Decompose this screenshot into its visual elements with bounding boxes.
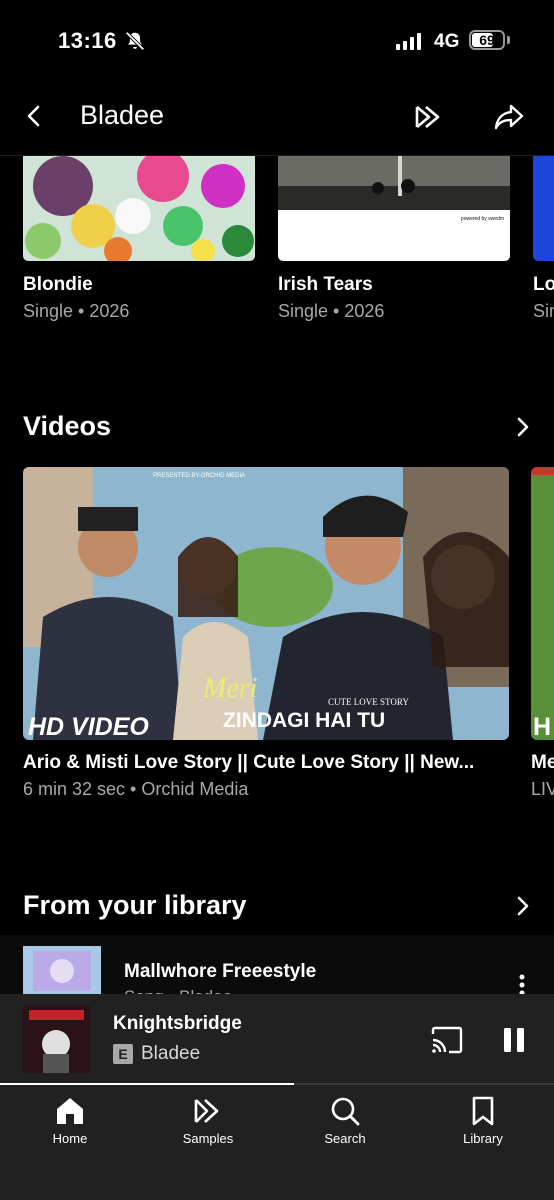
library-icon [472, 1096, 494, 1126]
page-title: Bladee [80, 100, 165, 130]
explicit-badge: E [113, 1044, 133, 1064]
thumb-badge: H [533, 713, 551, 740]
video-thumbnail[interactable]: PRESENTED BY-ORCHID MEDIA HD VIDEO Meri … [23, 467, 509, 740]
single-thumbnail[interactable]: powered by swedm [278, 156, 510, 261]
thumb-tagline: CUTE LOVE STORY [328, 697, 409, 707]
now-playing-artwork [23, 1006, 90, 1073]
single-subtitle: Sin [533, 301, 554, 321]
back-chevron-icon[interactable] [22, 103, 46, 129]
chevron-right-icon[interactable] [514, 895, 532, 917]
nav-library[interactable]: Library [433, 1095, 533, 1146]
share-icon[interactable] [492, 100, 526, 134]
bottom-nav: Home Samples Search Library [0, 1085, 554, 1200]
thumb-caption: ZINDAGI HAI TU [223, 709, 385, 732]
nav-label: Library [463, 1131, 503, 1146]
samples-icon [194, 1099, 219, 1123]
blondie-artwork [23, 156, 255, 261]
library-list-item[interactable]: Mallwhore Freeestyle Song • Bladee [0, 935, 554, 1006]
irish-tears-artwork: powered by swedm [278, 156, 510, 261]
single-title: Irish Tears [278, 274, 373, 295]
shuffle-play-icon[interactable] [412, 100, 446, 134]
network-type: 4G [434, 31, 460, 52]
library-item-thumbnail [23, 946, 101, 996]
single-title: Blondie [23, 274, 93, 295]
single-thumbnail[interactable] [23, 156, 255, 261]
video-title: Me [531, 752, 554, 773]
now-playing-artist-row: E Bladee [113, 1043, 200, 1065]
single-thumbnail[interactable] [533, 156, 554, 261]
video-title: Ario & Misti Love Story || Cute Love Sto… [23, 752, 475, 773]
nav-home[interactable]: Home [20, 1095, 120, 1146]
battery-level: 69 [479, 32, 495, 48]
thumb-text: powered by swedm [461, 216, 504, 222]
video-thumbnail[interactable]: H [531, 467, 554, 740]
search-icon [331, 1097, 360, 1126]
thumb-badge: HD VIDEO [28, 713, 149, 740]
video-meta: 6 min 32 sec • Orchid Media [23, 779, 249, 799]
video-thumbnail-image: H [531, 467, 554, 740]
library-item-title: Mallwhore Freeestyle [124, 961, 317, 982]
battery-cap [507, 36, 510, 44]
nav-label: Home [52, 1131, 88, 1146]
nav-label: Samples [182, 1131, 234, 1146]
signal-icon [396, 32, 421, 50]
single-subtitle: Single • 2026 [23, 301, 130, 321]
more-icon[interactable] [516, 973, 528, 995]
pause-icon[interactable] [502, 1026, 526, 1054]
bell-muted-icon [125, 31, 145, 51]
nav-search[interactable]: Search [295, 1095, 395, 1146]
video-thumbnail-image: PRESENTED BY-ORCHID MEDIA HD VIDEO Meri … [23, 467, 509, 740]
section-title-videos[interactable]: Videos [23, 411, 111, 442]
mini-player[interactable]: Knightsbridge E Bladee [0, 994, 554, 1084]
nav-samples[interactable]: Samples [158, 1095, 258, 1146]
video-meta: LIV [531, 779, 554, 799]
cast-icon[interactable] [430, 1026, 464, 1054]
thumb-script: Meri [202, 673, 257, 704]
single-title: Lo [533, 274, 554, 295]
now-playing-title: Knightsbridge [113, 1013, 242, 1034]
nav-label: Search [324, 1131, 366, 1146]
home-icon [57, 1098, 83, 1124]
single-subtitle: Single • 2026 [278, 301, 385, 321]
section-title-library[interactable]: From your library [23, 890, 247, 921]
battery-icon: 69 [469, 30, 505, 50]
now-playing-artist: Bladee [141, 1043, 201, 1064]
chevron-right-icon[interactable] [514, 416, 532, 438]
thumb-presenter: PRESENTED BY-ORCHID MEDIA [153, 473, 245, 479]
status-time: 13:16 [58, 28, 117, 53]
